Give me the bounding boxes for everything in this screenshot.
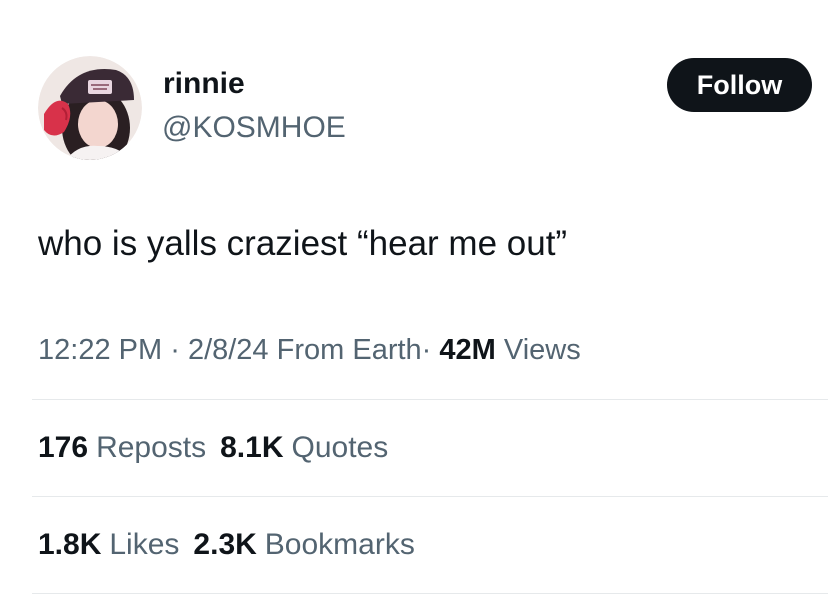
follow-button[interactable]: Follow bbox=[667, 58, 812, 112]
divider bbox=[32, 593, 828, 594]
stats-row-reposts-quotes: 176 Reposts 8.1K Quotes bbox=[38, 430, 388, 466]
reposts-count: 176 bbox=[38, 431, 89, 464]
views-label: Views bbox=[503, 334, 581, 366]
tweet-card: rinnie @KOSMHOE Follow who is yalls craz… bbox=[0, 0, 828, 612]
tweet-text: who is yalls craziest “hear me out” bbox=[38, 224, 568, 263]
display-name[interactable]: rinnie bbox=[163, 66, 245, 102]
stats-row-likes-bookmarks: 1.8K Likes 2.3K Bookmarks bbox=[38, 527, 415, 563]
user-handle[interactable]: @KOSMHOE bbox=[162, 110, 346, 146]
likes-count: 1.8K bbox=[38, 528, 102, 561]
tweet-time[interactable]: 12:22 PM bbox=[38, 334, 162, 366]
bookmarks-stat[interactable]: 2.3K Bookmarks bbox=[193, 528, 414, 561]
likes-stat[interactable]: 1.8K Likes bbox=[38, 528, 179, 561]
tweet-date[interactable]: 2/8/24 bbox=[188, 334, 269, 366]
avatar[interactable] bbox=[38, 56, 142, 160]
divider bbox=[32, 496, 828, 497]
meta-separator: · bbox=[170, 334, 180, 366]
views-count: 42M bbox=[439, 334, 496, 366]
quotes-stat[interactable]: 8.1K Quotes bbox=[220, 431, 388, 464]
profile-photo-icon bbox=[38, 56, 142, 160]
reposts-label: Reposts bbox=[96, 431, 207, 464]
quotes-label: Quotes bbox=[291, 431, 389, 464]
meta-separator: · bbox=[421, 334, 432, 366]
bookmarks-count: 2.3K bbox=[193, 528, 257, 561]
quotes-count: 8.1K bbox=[220, 431, 284, 464]
reposts-stat[interactable]: 176 Reposts bbox=[38, 431, 206, 464]
likes-label: Likes bbox=[109, 528, 180, 561]
divider bbox=[32, 399, 828, 400]
tweet-source: From Earth bbox=[276, 334, 422, 366]
bookmarks-label: Bookmarks bbox=[264, 528, 415, 561]
tweet-meta: 12:22 PM · 2/8/24 From Earth· 42M Views bbox=[38, 332, 581, 368]
